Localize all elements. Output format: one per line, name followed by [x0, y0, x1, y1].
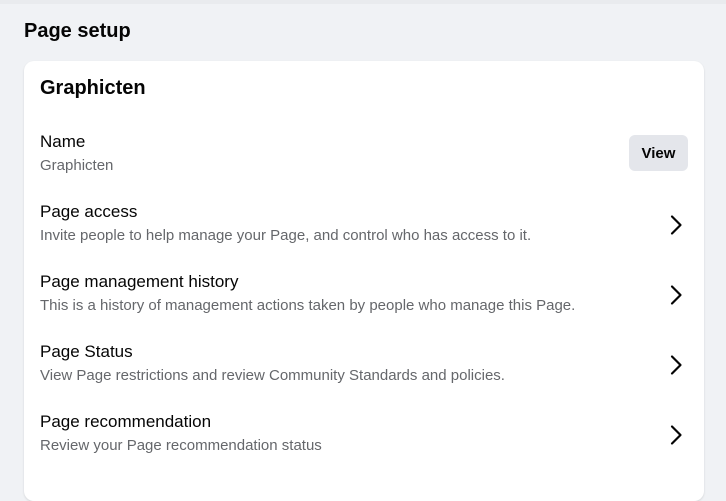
- chevron-right-icon[interactable]: [664, 423, 688, 447]
- card-title: Graphicten: [40, 77, 146, 99]
- page-status-row[interactable]: Page Status View Page restrictions and r…: [24, 335, 704, 395]
- section-title: Page setup: [24, 20, 131, 42]
- page-management-history-row[interactable]: Page management history This is a histor…: [24, 265, 704, 325]
- chevron-right-icon[interactable]: [664, 353, 688, 377]
- row-subtitle-page-status: View Page restrictions and review Commun…: [40, 367, 505, 384]
- page-recommendation-row[interactable]: Page recommendation Review your Page rec…: [24, 405, 704, 465]
- row-title-page-status: Page Status: [40, 342, 133, 361]
- name-row: Name Graphicten View: [24, 125, 704, 185]
- row-title-page-recommendation: Page recommendation: [40, 412, 212, 431]
- row-title-name: Name: [40, 132, 86, 151]
- chevron-right-icon[interactable]: [664, 283, 688, 307]
- view-button[interactable]: View: [629, 135, 688, 171]
- page-setup-card: Graphicten Name Graphicten View Page acc…: [24, 61, 704, 501]
- row-subtitle-page-access: Invite people to help manage your Page, …: [40, 227, 532, 244]
- page-access-row[interactable]: Page access Invite people to help manage…: [24, 195, 704, 255]
- row-subtitle-page-management-history: This is a history of management actions …: [40, 297, 576, 314]
- row-title-page-management-history: Page management history: [40, 272, 239, 291]
- top-divider: [0, 0, 726, 4]
- row-subtitle-name: Graphicten: [40, 157, 114, 174]
- row-title-page-access: Page access: [40, 202, 138, 221]
- chevron-right-icon[interactable]: [664, 213, 688, 237]
- row-subtitle-page-recommendation: Review your Page recommendation status: [40, 437, 322, 454]
